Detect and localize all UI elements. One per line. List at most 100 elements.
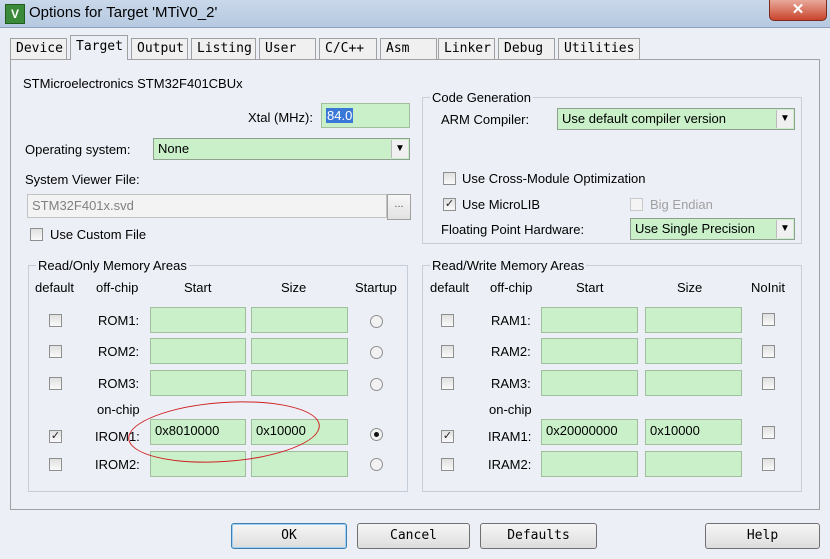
ram2-size-input[interactable] (645, 338, 742, 364)
big-endian-checkbox (630, 198, 643, 211)
readonly-memory-title: Read/Only Memory Areas (36, 258, 189, 273)
rom1-default-checkbox[interactable] (49, 314, 62, 327)
rom1-start-input[interactable] (150, 307, 246, 333)
irom2-startup-radio[interactable] (370, 458, 383, 471)
help-button[interactable]: Help (705, 523, 820, 549)
fpu-select[interactable]: Use Single Precision ▼ (630, 218, 795, 240)
svd-label: System Viewer File: (25, 172, 140, 187)
ram3-start-input[interactable] (541, 370, 638, 396)
device-name: STMicroelectronics STM32F401CBUx (23, 76, 243, 91)
iram1-label: IRAM1: (488, 429, 532, 444)
iram2-start-input[interactable] (541, 451, 638, 477)
ro-header-offchip: off-chip (96, 280, 139, 295)
os-label: Operating system: (25, 142, 131, 157)
xtal-label: Xtal (MHz): (248, 110, 313, 125)
tab-target[interactable]: Target (70, 35, 128, 60)
ro-header-startup: Startup (355, 280, 397, 295)
rom2-start-input[interactable] (150, 338, 246, 364)
tab-user[interactable]: User (259, 38, 316, 59)
irom1-startup-radio[interactable] (370, 428, 383, 441)
ro-onchip-label: on-chip (97, 402, 140, 417)
rom1-size-input[interactable] (251, 307, 348, 333)
rw-header-noinit: NoInit (751, 280, 785, 295)
irom2-default-checkbox[interactable] (49, 458, 62, 471)
cancel-button[interactable]: Cancel (357, 523, 470, 549)
tab-utilities[interactable]: Utilities (558, 38, 640, 59)
close-button[interactable]: ✕ (769, 0, 827, 21)
readwrite-memory-title: Read/Write Memory Areas (430, 258, 587, 273)
iram1-size-input[interactable]: 0x10000 (645, 419, 742, 445)
ram3-label: RAM3: (491, 376, 531, 391)
app-icon: V (5, 4, 25, 24)
tab-asm[interactable]: Asm (380, 38, 437, 59)
ram1-label: RAM1: (491, 313, 531, 328)
rom2-startup-radio[interactable] (370, 346, 383, 359)
custom-file-checkbox[interactable] (30, 228, 43, 241)
iram2-label: IRAM2: (488, 457, 532, 472)
ok-button[interactable]: OK (231, 523, 347, 549)
big-endian-label: Big Endian (650, 197, 713, 212)
rom2-default-checkbox[interactable] (49, 345, 62, 358)
microlib-checkbox[interactable]: ✓ (443, 198, 456, 211)
custom-file-label: Use Custom File (50, 227, 147, 242)
rw-header-default: default (430, 280, 470, 295)
cross-module-checkbox[interactable] (443, 172, 456, 185)
window-title: Options for Target 'MTiV0_2' (29, 4, 218, 21)
irom1-default-checkbox[interactable]: ✓ (49, 430, 62, 443)
rom2-size-input[interactable] (251, 338, 348, 364)
rom3-start-input[interactable] (150, 370, 246, 396)
irom1-start-input[interactable]: 0x8010000 (150, 419, 246, 445)
ro-header-start: Start (184, 280, 212, 295)
irom2-size-input[interactable] (251, 451, 348, 477)
ram3-noinit-checkbox[interactable] (762, 377, 775, 390)
tab-linker[interactable]: Linker (438, 38, 495, 59)
iram2-size-input[interactable] (645, 451, 742, 477)
arm-compiler-label: ARM Compiler: (441, 112, 530, 127)
chevron-down-icon: ▼ (391, 140, 408, 158)
rw-header-start: Start (576, 280, 604, 295)
svd-file-input: STM32F401x.svd (27, 194, 387, 218)
tab-listing[interactable]: Listing (191, 38, 256, 59)
ram2-label: RAM2: (491, 344, 531, 359)
iram1-start-input[interactable]: 0x20000000 (541, 419, 638, 445)
iram1-default-checkbox[interactable]: ✓ (441, 430, 454, 443)
iram2-noinit-checkbox[interactable] (762, 458, 775, 471)
iram1-noinit-checkbox[interactable] (762, 426, 775, 439)
rom3-default-checkbox[interactable] (49, 377, 62, 390)
fpu-label: Floating Point Hardware: (441, 222, 585, 237)
ram3-size-input[interactable] (645, 370, 742, 396)
ram1-size-input[interactable] (645, 307, 742, 333)
irom1-size-input[interactable]: 0x10000 (251, 419, 348, 445)
cross-module-label: Use Cross-Module Optimization (462, 171, 646, 186)
ram2-default-checkbox[interactable] (441, 345, 454, 358)
ram1-noinit-checkbox[interactable] (762, 313, 775, 326)
tab-debug[interactable]: Debug (498, 38, 555, 59)
os-select[interactable]: None ▼ (153, 138, 410, 160)
code-generation-title: Code Generation (430, 90, 534, 105)
arm-compiler-select[interactable]: Use default compiler version ▼ (557, 108, 795, 130)
ram1-default-checkbox[interactable] (441, 314, 454, 327)
microlib-label: Use MicroLIB (462, 197, 541, 212)
rom1-startup-radio[interactable] (370, 315, 383, 328)
tab-device[interactable]: Device (10, 38, 67, 59)
iram2-default-checkbox[interactable] (441, 458, 454, 471)
rom3-label: ROM3: (98, 376, 140, 391)
rom3-size-input[interactable] (251, 370, 348, 396)
rw-header-size: Size (677, 280, 703, 295)
irom2-start-input[interactable] (150, 451, 246, 477)
irom2-label: IROM2: (95, 457, 140, 472)
rw-onchip-label: on-chip (489, 402, 532, 417)
rom1-label: ROM1: (98, 313, 140, 328)
xtal-input[interactable]: 84.0 (321, 103, 410, 128)
ram2-noinit-checkbox[interactable] (762, 345, 775, 358)
tab-c-cpp[interactable]: C/C++ (319, 38, 377, 59)
ram1-start-input[interactable] (541, 307, 638, 333)
chevron-down-icon: ▼ (776, 110, 793, 128)
rom3-startup-radio[interactable] (370, 378, 383, 391)
tab-output[interactable]: Output (131, 38, 188, 59)
ram3-default-checkbox[interactable] (441, 377, 454, 390)
svd-browse-button: ... (387, 194, 411, 220)
ro-header-size: Size (281, 280, 307, 295)
ram2-start-input[interactable] (541, 338, 638, 364)
defaults-button[interactable]: Defaults (480, 523, 597, 549)
